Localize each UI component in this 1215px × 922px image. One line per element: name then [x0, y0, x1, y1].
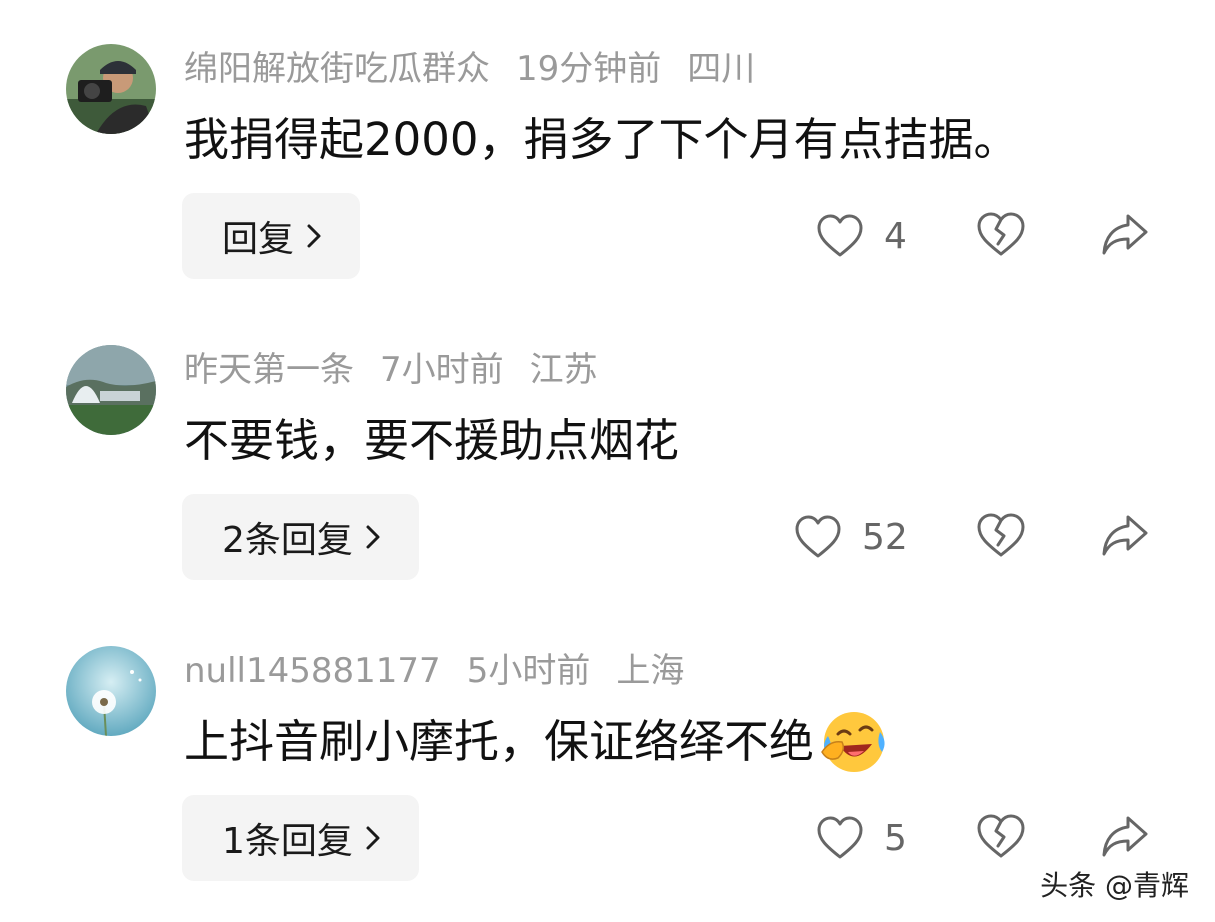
comment-text: 上抖音刷小摩托，保证络绎不绝: [184, 715, 815, 768]
comment-item: 昨天第一条 7小时前 江苏 不要钱，要不援助点烟花 2条回复 52: [0, 301, 1215, 601]
like-button[interactable]: 5: [816, 810, 907, 866]
reply-button[interactable]: 2条回复: [182, 494, 419, 580]
broken-heart-icon[interactable]: [976, 812, 1026, 860]
comment-meta: 绵阳解放街吃瓜群众 19分钟前 四川: [184, 44, 781, 94]
landscape-avatar-icon: [66, 345, 156, 435]
chevron-right-icon: [366, 525, 380, 549]
avatar[interactable]: [66, 44, 156, 134]
chevron-right-icon: [307, 224, 321, 248]
like-count: 5: [884, 817, 907, 859]
laughing-crying-emoji-icon: [821, 712, 885, 772]
heart-icon: [795, 515, 841, 558]
heart-icon: [817, 214, 863, 257]
share-icon[interactable]: [1100, 210, 1150, 258]
photographer-avatar-icon: [66, 44, 156, 134]
like-button[interactable]: 52: [794, 509, 908, 565]
share-icon[interactable]: [1100, 812, 1150, 860]
reply-label: 1条回复: [222, 821, 353, 862]
reply-label: 2条回复: [222, 520, 353, 561]
watermark: 头条 @青辉: [1040, 869, 1189, 902]
reply-button[interactable]: 回复: [182, 193, 361, 279]
username[interactable]: 昨天第一条: [184, 350, 354, 390]
comment-time: 7小时前: [380, 350, 504, 390]
broken-heart-icon[interactable]: [976, 511, 1026, 559]
like-count: 52: [862, 516, 908, 558]
username[interactable]: null145881177: [184, 651, 441, 691]
avatar[interactable]: [66, 646, 156, 736]
share-icon[interactable]: [1100, 511, 1150, 559]
reply-button[interactable]: 1条回复: [182, 795, 419, 881]
comment-item: null145881177 5小时前 上海 上抖音刷小摩托，保证络绎不绝 1条回复 …: [0, 602, 1215, 902]
like-count: 4: [884, 215, 907, 257]
comment-text-row: 上抖音刷小摩托，保证络绎不绝: [184, 710, 888, 774]
like-button[interactable]: 4: [816, 208, 907, 264]
comment-text: 不要钱，要不援助点烟花: [184, 414, 680, 467]
username[interactable]: 绵阳解放街吃瓜群众: [184, 49, 490, 89]
comment-meta: 昨天第一条 7小时前 江苏: [184, 345, 624, 395]
comment-text: 我捐得起2000，捐多了下个月有点拮据。: [184, 113, 1019, 166]
comment-meta: null145881177 5小时前 上海: [184, 646, 710, 696]
comment-time: 5小时前: [466, 651, 591, 691]
comment-time: 19分钟前: [516, 49, 662, 89]
broken-heart-icon[interactable]: [976, 210, 1026, 258]
heart-icon: [817, 816, 863, 859]
comment-location: 四川: [687, 49, 756, 89]
dandelion-avatar-icon: [66, 646, 156, 736]
reply-label: 回复: [222, 219, 295, 260]
comment-item: 绵阳解放街吃瓜群众 19分钟前 四川 我捐得起2000，捐多了下个月有点拮据。 回复…: [0, 0, 1215, 300]
avatar[interactable]: [66, 345, 156, 435]
comment-location: 江苏: [529, 350, 598, 390]
chevron-right-icon: [366, 826, 380, 850]
comment-location: 上海: [616, 651, 685, 691]
